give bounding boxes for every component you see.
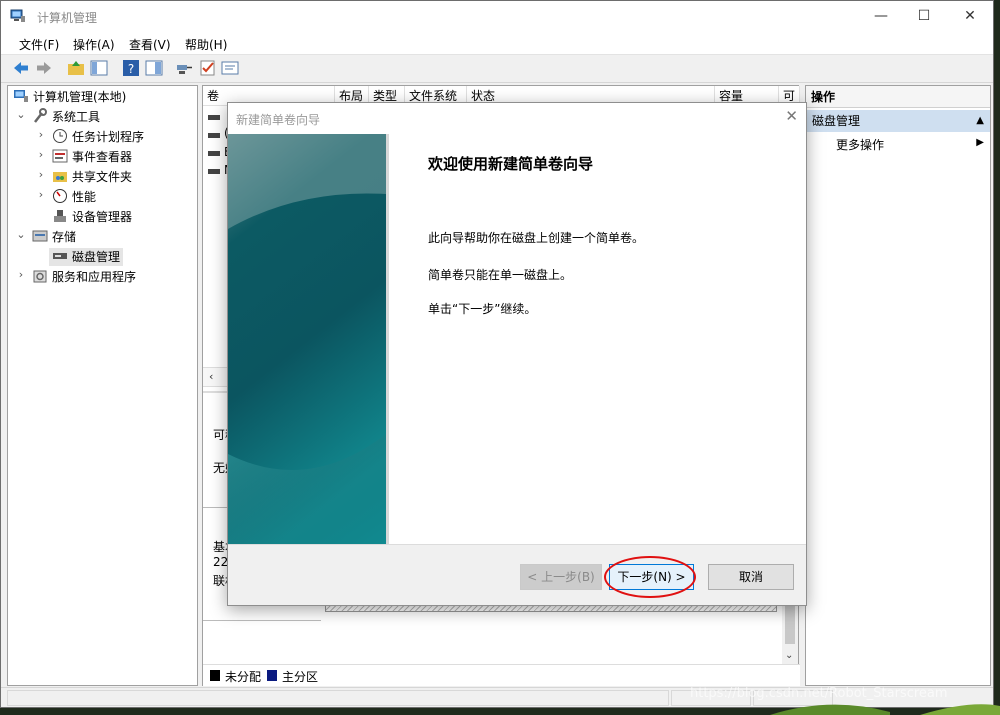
show-hide-tree-icon[interactable] <box>90 59 108 77</box>
menu-view[interactable]: 查看(V) <box>129 36 171 53</box>
connect-icon[interactable] <box>175 59 193 77</box>
tree-item-system-tools[interactable]: 系统工具 <box>32 108 100 126</box>
tree-item-shared-folders[interactable]: 共享文件夹 <box>52 168 132 186</box>
more-actions-label: 更多操作 <box>836 138 885 152</box>
chevron-right-icon[interactable]: › <box>16 268 26 286</box>
event-viewer-icon <box>52 149 68 163</box>
forward-arrow-icon[interactable] <box>35 59 53 77</box>
close-button[interactable]: ✕ <box>947 1 993 32</box>
tree-label-storage: 存储 <box>52 230 77 244</box>
clock-icon <box>53 129 67 143</box>
wizard-text-line1: 此向导帮助你在磁盘上创建一个简单卷。 <box>428 231 645 245</box>
wizard-banner-image <box>228 134 386 544</box>
tree-item-root[interactable]: 计算机管理(本地) <box>13 88 126 106</box>
submenu-arrow-icon[interactable]: ▶ <box>976 137 984 148</box>
volume-icon <box>208 151 220 156</box>
tree-item-performance[interactable]: 性能 <box>52 188 96 206</box>
menu-action[interactable]: 操作(A) <box>73 36 115 53</box>
tree-label-root: 计算机管理(本地) <box>33 90 127 104</box>
volume-icon <box>208 169 220 174</box>
menu-bar: 文件(F) 操作(A) 查看(V) 帮助(H) <box>1 32 993 55</box>
actions-header: 操作 <box>806 86 990 108</box>
chevron-right-icon[interactable]: › <box>36 148 46 166</box>
tree-item-device-manager[interactable]: 设备管理器 <box>52 208 132 226</box>
properties-pane-icon[interactable] <box>145 59 163 77</box>
tree-label-task-scheduler: 任务计划程序 <box>72 130 145 144</box>
disk-icon <box>53 253 67 259</box>
legend-unallocated: 未分配 <box>225 670 262 684</box>
chevron-right-icon[interactable]: › <box>36 168 46 186</box>
legend-bar: 未分配 主分区 <box>203 664 800 686</box>
primary-partition-swatch <box>267 670 277 681</box>
computer-icon <box>14 90 28 102</box>
wizard-text-line2: 简单卷只能在单一磁盘上。 <box>428 268 573 282</box>
vertical-scrollbar[interactable]: ⌄ <box>782 606 798 666</box>
dialog-title: 新建简单卷向导 <box>236 113 321 127</box>
chevron-right-icon[interactable]: › <box>36 128 46 146</box>
divider <box>203 620 321 621</box>
unallocated-swatch <box>210 670 220 681</box>
tree-item-services-apps[interactable]: 服务和应用程序 <box>32 268 136 286</box>
title-bar: 计算机管理 — ☐ ✕ <box>1 1 993 32</box>
performance-icon <box>53 189 67 203</box>
volume-icon <box>208 133 220 138</box>
actions-panel: 操作 磁盘管理 ▲ 更多操作 ▶ <box>805 85 991 686</box>
wizard-button-bar: < 上一步(B) 下一步(N) > 取消 <box>228 544 806 605</box>
back-button[interactable]: < 上一步(B) <box>520 564 602 590</box>
shared-folder-icon <box>53 172 67 182</box>
tools-icon <box>34 108 47 123</box>
collapse-up-icon[interactable]: ▲ <box>976 110 984 132</box>
volume-icon <box>208 115 220 120</box>
action-group-label: 磁盘管理 <box>812 114 861 128</box>
banner-edge <box>386 134 389 544</box>
tree-label-services-apps: 服务和应用程序 <box>52 270 137 284</box>
menu-help[interactable]: 帮助(H) <box>185 36 227 53</box>
cancel-button[interactable]: 取消 <box>708 564 794 590</box>
chevron-down-icon[interactable]: ⌄ <box>785 650 793 661</box>
up-folder-icon[interactable] <box>67 59 85 77</box>
services-icon <box>33 270 47 283</box>
back-arrow-icon[interactable] <box>12 59 30 77</box>
chevron-down-icon[interactable]: ⌄ <box>16 228 26 246</box>
watermark: https://blog.csdn.net/Robot_Starscream <box>690 686 948 701</box>
menu-file[interactable]: 文件(F) <box>19 36 59 53</box>
toolbar: ? <box>1 55 993 83</box>
tree-item-disk-management[interactable]: 磁盘管理 <box>49 248 124 266</box>
tree-item-task-scheduler[interactable]: 任务计划程序 <box>52 128 144 146</box>
more-actions[interactable]: 更多操作 <box>836 136 884 153</box>
action-group-disk-management[interactable]: 磁盘管理 ▲ <box>806 110 990 132</box>
navigation-tree: 计算机管理(本地) ⌄ 系统工具 › 任务计划程序 › 事件查看器 › 共享文件… <box>7 85 198 686</box>
tree-item-event-viewer[interactable]: 事件查看器 <box>52 148 132 166</box>
scrollbar-thumb[interactable] <box>785 606 795 644</box>
new-simple-volume-wizard: 新建简单卷向导 ✕ 欢迎使用新建简单卷向导 此向导帮助你在磁盘上创建一个简单卷。… <box>227 102 807 606</box>
chevron-left-icon[interactable]: ‹ <box>209 370 213 383</box>
storage-icon <box>32 230 48 242</box>
device-manager-icon <box>54 210 66 222</box>
tree-label-event-viewer: 事件查看器 <box>72 150 133 164</box>
maximize-button[interactable]: ☐ <box>901 1 947 32</box>
background-leaf <box>770 704 1000 715</box>
help-icon[interactable]: ? <box>122 59 140 77</box>
tree-item-storage[interactable]: 存储 <box>32 228 76 246</box>
tree-label-system-tools: 系统工具 <box>52 110 101 124</box>
tree-label-disk-management: 磁盘管理 <box>72 250 121 264</box>
list-view-icon[interactable] <box>221 59 239 77</box>
tree-label-shared-folders: 共享文件夹 <box>72 170 133 184</box>
tree-label-device-manager: 设备管理器 <box>72 210 133 224</box>
status-cell <box>7 690 669 706</box>
tree-label-performance: 性能 <box>72 190 97 204</box>
check-icon[interactable] <box>199 59 217 77</box>
dialog-close-button[interactable]: ✕ <box>785 107 798 125</box>
minimize-button[interactable]: — <box>858 1 904 32</box>
wizard-text-line3: 单击“下一步”继续。 <box>428 302 537 316</box>
computer-management-icon <box>10 9 25 22</box>
chevron-down-icon[interactable]: ⌄ <box>16 108 26 126</box>
highlight-annotation <box>604 556 696 598</box>
wizard-heading: 欢迎使用新建简单卷向导 <box>428 155 594 173</box>
chevron-right-icon[interactable]: › <box>36 188 46 206</box>
svg-text:?: ? <box>128 62 134 76</box>
legend-primary: 主分区 <box>282 670 319 684</box>
window-title: 计算机管理 <box>37 11 98 25</box>
